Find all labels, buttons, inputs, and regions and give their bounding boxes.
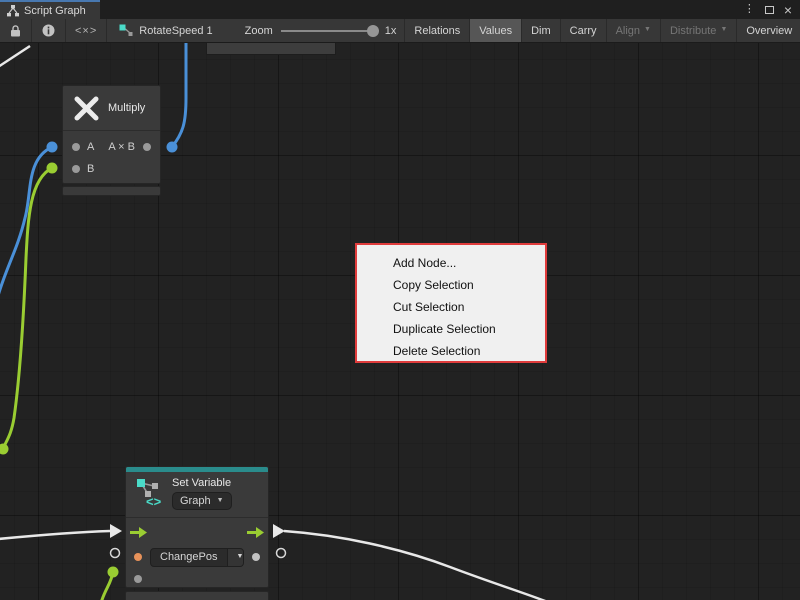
flow-output-port[interactable]	[247, 527, 264, 538]
zoom-control: Zoom 1x	[236, 19, 406, 42]
toolbar-button-values[interactable]: Values	[470, 19, 522, 42]
wire-endpoint-blue[interactable]	[167, 142, 178, 153]
overflow-menu-icon[interactable]: ⋮	[744, 4, 755, 15]
button-label: Align	[616, 25, 640, 37]
graph-owner-icon	[119, 24, 133, 37]
toolbar-button-align[interactable]: Align ▼	[607, 19, 661, 42]
button-label: Dim	[531, 25, 551, 37]
menu-item-duplicate-selection[interactable]: Duplicate Selection	[357, 318, 545, 340]
window-controls: ⋮ ×	[744, 0, 800, 19]
secondary-value-row	[126, 570, 268, 588]
tab-script-graph[interactable]: Script Graph	[0, 0, 100, 19]
setvar-body: ChangePos ▼	[126, 518, 268, 588]
output-port-result[interactable]	[143, 143, 151, 151]
chevron-down-icon: ▼	[217, 497, 224, 504]
graph-toolbar: <×> RotateSpeed 1 Zoom 1x Relations Valu…	[0, 19, 800, 43]
lock-icon	[10, 25, 21, 37]
node-multiply[interactable]: Multiply A A × B B	[62, 85, 161, 184]
flow-arrowhead-in	[110, 524, 122, 538]
variable-name-caret[interactable]: ▼	[227, 549, 245, 566]
chevron-down-icon: ▼	[237, 553, 244, 560]
node-title: Multiply	[108, 102, 145, 114]
menu-item-add-node[interactable]: Add Node...	[357, 252, 545, 274]
multiply-footer	[62, 186, 161, 196]
setvar-titles: Set Variable Graph ▼	[172, 477, 232, 510]
info-button[interactable]	[32, 19, 66, 42]
menu-item-cut-selection[interactable]: Cut Selection	[357, 296, 545, 318]
value-input-port[interactable]	[134, 553, 142, 561]
port-row-b: B	[63, 158, 160, 180]
wire-white-flow-in[interactable]	[0, 531, 110, 539]
wire-endpoint-green[interactable]	[108, 567, 119, 578]
port-ring-right[interactable]	[277, 549, 286, 558]
menu-item-delete-selection[interactable]: Delete Selection	[357, 340, 545, 362]
port-label-b: B	[87, 163, 94, 175]
zoom-value: 1x	[385, 25, 397, 37]
secondary-input-port[interactable]	[134, 575, 142, 583]
info-icon	[42, 24, 55, 37]
wire-endpoint-green[interactable]	[47, 163, 58, 174]
tab-title: Script Graph	[24, 5, 86, 17]
button-label: Carry	[570, 25, 597, 37]
variable-name-dropdown[interactable]: ChangePos ▼	[150, 548, 244, 567]
script-graph-icon	[7, 5, 19, 17]
port-label-result: A × B	[107, 141, 136, 153]
chevron-down-icon: ▼	[644, 26, 651, 33]
node-set-variable[interactable]: <> Set Variable Graph ▼	[125, 466, 269, 588]
wire-endpoint-green[interactable]	[0, 444, 9, 455]
graph-canvas[interactable]: Multiply A A × B B	[0, 43, 800, 600]
maximize-icon[interactable]	[765, 6, 774, 14]
set-variable-icon: <>	[136, 477, 164, 507]
wire-white-topleft[interactable]	[0, 46, 30, 67]
toolbar-button-overview[interactable]: Overview	[737, 19, 800, 42]
input-port-b[interactable]	[72, 165, 80, 173]
button-label: Overview	[746, 25, 792, 37]
zoom-label: Zoom	[245, 25, 273, 37]
wire-endpoint-blue[interactable]	[47, 142, 58, 153]
graph-owner-name: RotateSpeed 1	[139, 25, 212, 37]
context-menu: Add Node... Copy Selection Cut Selection…	[355, 243, 547, 363]
toolbar-button-dim[interactable]: Dim	[522, 19, 561, 42]
unity-visual-scripting-window: Script Graph ⋮ × <×>	[0, 0, 800, 600]
lock-button[interactable]	[0, 19, 32, 42]
setvar-header: <> Set Variable Graph ▼	[126, 472, 268, 518]
toolbar-button-carry[interactable]: Carry	[561, 19, 607, 42]
flow-arrowhead-out	[273, 524, 285, 538]
zoom-slider[interactable]	[281, 30, 377, 32]
toolbar-button-distribute[interactable]: Distribute ▼	[661, 19, 737, 42]
node-title: Set Variable	[172, 477, 232, 489]
wire-white-flow-out[interactable]	[284, 531, 553, 600]
input-port-a[interactable]	[72, 143, 80, 151]
chevron-down-icon: ▼	[720, 26, 727, 33]
toolbar-button-relations[interactable]: Relations	[405, 19, 470, 42]
code-icon: <×>	[75, 25, 97, 37]
code-view-button[interactable]: <×>	[66, 19, 107, 42]
tab-bar: Script Graph ⋮ ×	[0, 0, 800, 19]
setvar-footer	[125, 591, 269, 600]
wire-blue-multiply-out[interactable]	[172, 43, 186, 147]
button-label: Distribute	[670, 25, 716, 37]
port-row-a: A A × B	[63, 136, 160, 158]
port-ring-left[interactable]	[111, 549, 120, 558]
menu-item-copy-selection[interactable]: Copy Selection	[357, 274, 545, 296]
value-row: ChangePos ▼	[126, 544, 268, 570]
port-label-a: A	[87, 141, 94, 153]
multiply-icon	[73, 95, 100, 122]
cutoff-node[interactable]	[206, 43, 336, 55]
variable-scope-dropdown[interactable]: Graph ▼	[172, 492, 232, 510]
close-icon[interactable]: ×	[784, 3, 792, 17]
zoom-slider-handle[interactable]	[367, 25, 379, 37]
tabbar-spacer	[100, 0, 744, 19]
graph-owner[interactable]: RotateSpeed 1	[107, 19, 221, 42]
scope-value: Graph	[180, 495, 211, 507]
flow-row	[126, 518, 268, 544]
variable-name-value: ChangePos	[151, 549, 227, 566]
multiply-body: A A × B B	[63, 131, 160, 185]
multiply-header: Multiply	[63, 86, 160, 131]
value-output-port[interactable]	[252, 553, 260, 561]
svg-text:<>: <>	[146, 494, 162, 507]
button-label: Values	[479, 25, 512, 37]
button-label: Relations	[414, 25, 460, 37]
flow-input-port[interactable]	[130, 527, 147, 538]
